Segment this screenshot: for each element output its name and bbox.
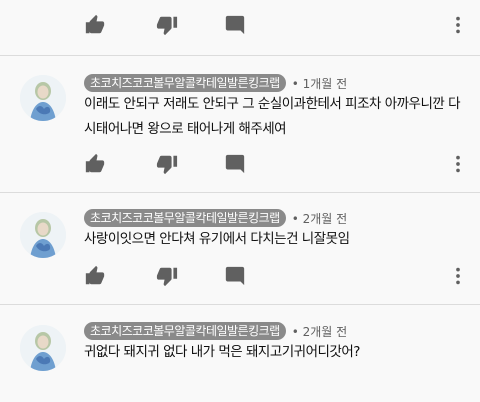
thumbs-down-icon <box>156 16 178 36</box>
comment-time[interactable]: • 2개월 전 <box>292 210 347 227</box>
divider <box>0 55 480 56</box>
divider <box>0 192 480 193</box>
comment-actions <box>0 265 480 291</box>
more-options-button[interactable] <box>452 265 464 287</box>
comment-icon <box>225 154 245 174</box>
comment-text: 귀없다 돼지귀 없다 내가 먹은 돼지고기귀어디갓어? <box>84 344 360 360</box>
avatar-icon <box>20 75 66 121</box>
top-comment-actions <box>0 14 480 40</box>
thumbs-up-icon <box>85 153 105 173</box>
thumbs-down-icon <box>156 267 178 287</box>
avatar-icon <box>20 212 66 258</box>
like-button[interactable] <box>84 265 106 287</box>
thumbs-up-icon <box>85 14 105 34</box>
comment-meta: 초코치즈코코볼무알콜칵테일발른킹크랩 • 1개월 전 <box>84 72 347 94</box>
thumbs-up-icon <box>85 265 105 285</box>
more-vert-icon <box>456 16 460 34</box>
avatar[interactable] <box>20 212 66 258</box>
divider <box>0 304 480 305</box>
more-options-button[interactable] <box>452 14 464 36</box>
more-vert-icon <box>456 267 460 285</box>
reply-button[interactable] <box>224 14 246 36</box>
comment-time[interactable]: • 2개월 전 <box>292 323 347 340</box>
author-name-badge[interactable]: 초코치즈코코볼무알콜칵테일발른킹크랩 <box>84 209 286 227</box>
dislike-button[interactable] <box>156 14 178 36</box>
dislike-button[interactable] <box>156 153 178 175</box>
comment-text: 사랑이잇으면 안다쳐 유기에서 다치는건 니잘못임 <box>84 231 350 247</box>
comment-meta: 초코치즈코코볼무알콜칵테일발른킹크랩 • 2개월 전 <box>84 320 347 342</box>
like-button[interactable] <box>84 153 106 175</box>
avatar[interactable] <box>20 75 66 121</box>
avatar-icon <box>20 325 66 371</box>
thumbs-down-icon <box>156 155 178 175</box>
comment-meta: 초코치즈코코볼무알콜칵테일발른킹크랩 • 2개월 전 <box>84 207 347 229</box>
reply-button[interactable] <box>224 265 246 287</box>
dislike-button[interactable] <box>156 265 178 287</box>
comment-text: 이래도 안되구 저래도 안되구 그 순실이과한테서 피조차 아까우니깐 다시태어… <box>84 96 461 137</box>
more-options-button[interactable] <box>452 153 464 175</box>
author-name-badge[interactable]: 초코치즈코코볼무알콜칵테일발른킹크랩 <box>84 74 286 92</box>
comment-time[interactable]: • 1개월 전 <box>292 75 347 92</box>
comment-actions <box>0 153 480 179</box>
author-name-badge[interactable]: 초코치즈코코볼무알콜칵테일발른킹크랩 <box>84 322 286 340</box>
avatar[interactable] <box>20 325 66 371</box>
more-vert-icon <box>456 155 460 173</box>
like-button[interactable] <box>84 14 106 36</box>
comment-icon <box>225 266 245 286</box>
comment-icon <box>225 15 245 35</box>
reply-button[interactable] <box>224 153 246 175</box>
